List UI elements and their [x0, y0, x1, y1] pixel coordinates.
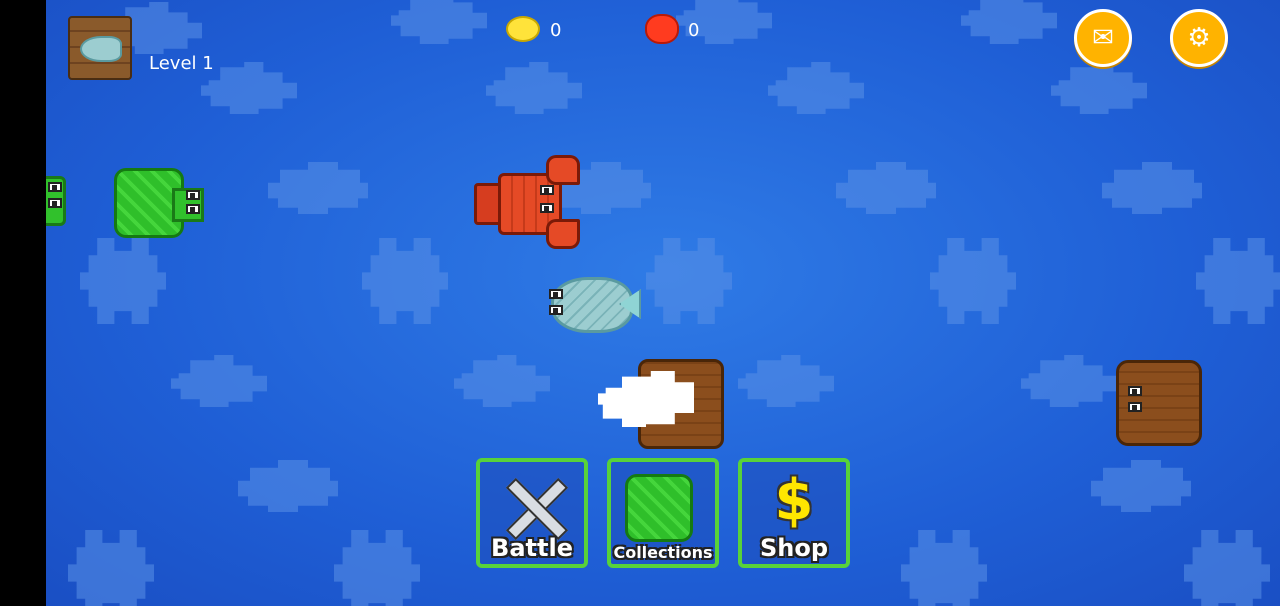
background-cloud [1021, 355, 1117, 407]
mail-button[interactable]: ✉ [1074, 9, 1132, 67]
background-turtle-shape [334, 530, 420, 606]
dollar-icon: $ [774, 468, 814, 533]
shop-label: Shop [759, 534, 829, 562]
brown-crab [1106, 352, 1202, 448]
turtle-icon [625, 474, 693, 542]
background-cloud [1091, 460, 1191, 512]
background-turtle-shape [80, 238, 166, 324]
collections-label: Collections [613, 543, 713, 562]
background-turtle-shape [901, 530, 987, 606]
level-label: Level 1 [149, 53, 214, 74]
background-cloud [1102, 162, 1202, 214]
gem-count: 0 [688, 20, 700, 41]
battle-button[interactable]: Battle [476, 458, 588, 568]
background-turtle-shape [1196, 238, 1280, 324]
mail-icon: ✉ [1092, 23, 1114, 53]
background-cloud [961, 0, 1057, 44]
background-turtle-shape [362, 238, 448, 324]
background-cloud [454, 355, 550, 407]
background-turtle-shape [646, 238, 732, 324]
coin-icon [506, 16, 540, 42]
background-turtle-shape [1184, 530, 1270, 606]
red-lobster [474, 155, 580, 249]
silver-fish [541, 275, 641, 333]
gear-icon: ⚙ [1187, 23, 1211, 53]
background-cloud [171, 355, 267, 407]
background-cloud [486, 62, 582, 114]
settings-button[interactable]: ⚙ [1170, 9, 1228, 67]
background-cloud [1051, 62, 1147, 114]
battle-label: Battle [491, 534, 573, 562]
background-cloud [738, 355, 834, 407]
background-cloud [238, 460, 338, 512]
collections-button[interactable]: Collections [607, 458, 719, 568]
gem-icon [645, 14, 679, 44]
turtle-creature-partial [46, 170, 74, 226]
background-turtle-shape [68, 530, 154, 606]
green-turtle [106, 162, 204, 240]
coin-count: 0 [550, 20, 562, 41]
background-cloud [768, 62, 864, 114]
crossed-swords-icon [502, 476, 569, 541]
game-background: Level 1 0 0 ✉ ⚙ Battle Collections $ Sho… [46, 0, 1280, 606]
fish-icon [80, 36, 122, 62]
background-cloud [201, 62, 297, 114]
shop-button[interactable]: $ Shop [738, 458, 850, 568]
background-cloud [391, 0, 487, 44]
background-cloud [268, 162, 368, 214]
background-turtle-shape [930, 238, 1016, 324]
level-fish-icon [68, 16, 132, 80]
background-cloud [836, 162, 936, 214]
brown-crab-with-splash [598, 355, 728, 449]
